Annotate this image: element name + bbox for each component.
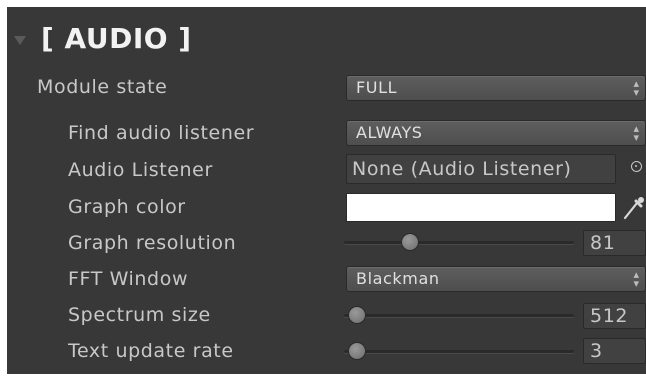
module-state-label: Module state [37,76,168,98]
fft-window-value: Blackman [356,269,440,288]
section-title[interactable]: [ AUDIO ] [41,22,192,55]
audio-listener-value: None (Audio Listener) [352,158,572,180]
text-update-rate-label: Text update rate [68,340,234,362]
graph-resolution-input[interactable]: 81 [583,230,646,256]
graph-color-label: Graph color [68,196,186,218]
text-update-rate-slider-track[interactable] [344,350,574,353]
fft-window-dropdown[interactable]: Blackman ▴ ▾ [346,266,646,292]
text-update-rate-slider-thumb[interactable] [348,342,366,360]
spectrum-size-slider-track[interactable] [344,314,574,317]
spectrum-size-label: Spectrum size [68,304,211,326]
graph-resolution-label: Graph resolution [68,232,237,254]
dropdown-arrows-icon: ▴ ▾ [633,122,639,144]
graph-resolution-slider-thumb[interactable] [401,233,419,251]
text-update-rate-value: 3 [590,340,603,362]
find-audio-listener-label: Find audio listener [68,122,255,144]
audio-listener-object-field[interactable]: None (Audio Listener) [346,154,616,184]
text-update-rate-input[interactable]: 3 [583,338,646,364]
fft-window-label: FFT Window [68,268,189,290]
spectrum-size-slider-thumb[interactable] [348,306,366,324]
graph-resolution-value: 81 [590,232,616,254]
object-picker-icon[interactable] [631,161,642,172]
audio-module-panel: [ AUDIO ] Module state FULL ▴ ▾ Find audi… [7,7,646,374]
spectrum-size-input[interactable]: 512 [583,303,646,329]
graph-color-swatch[interactable] [346,193,616,222]
eyedropper-icon[interactable] [621,193,645,221]
module-state-value: FULL [356,78,398,97]
find-audio-listener-value: ALWAYS [356,123,423,142]
dropdown-arrows-icon: ▴ ▾ [633,77,639,99]
graph-resolution-slider-track[interactable] [344,241,574,244]
find-audio-listener-dropdown[interactable]: ALWAYS ▴ ▾ [346,120,646,146]
module-state-dropdown[interactable]: FULL ▴ ▾ [346,75,646,101]
foldout-triangle-icon[interactable] [14,36,26,45]
dropdown-arrows-icon: ▴ ▾ [633,268,639,290]
audio-listener-label: Audio Listener [68,159,213,181]
spectrum-size-value: 512 [590,305,629,327]
